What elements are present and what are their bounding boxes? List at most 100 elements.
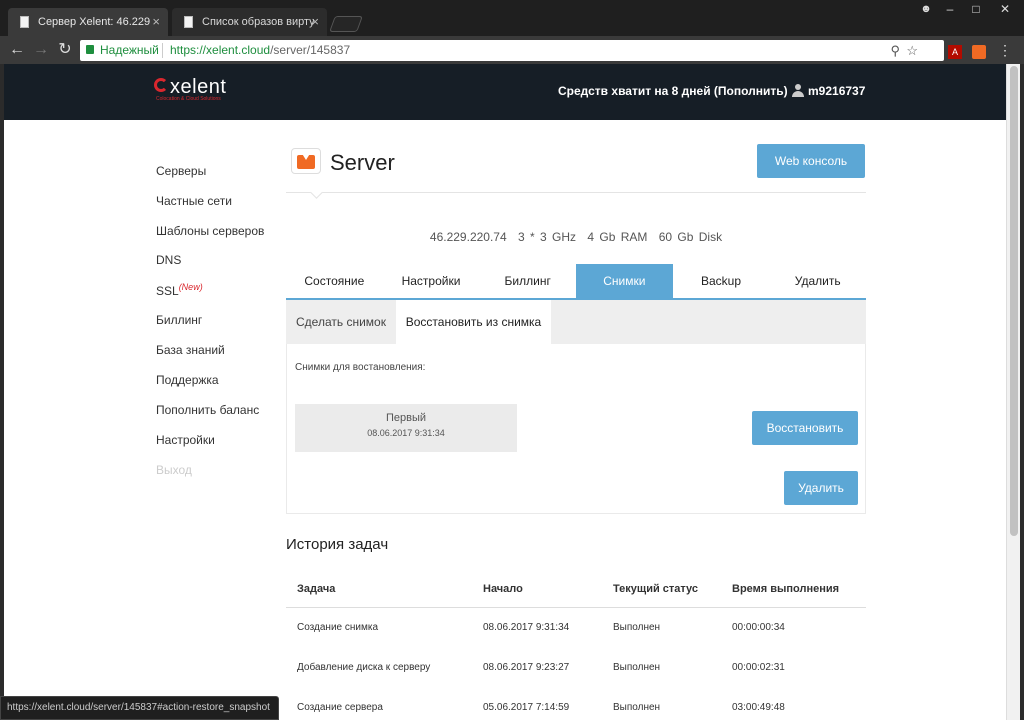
back-arrow-icon[interactable]: ← [6,39,28,61]
user-profile-icon[interactable]: ☻ [916,0,936,18]
close-tab-icon[interactable]: × [152,8,160,36]
task-status: Выполнен [613,662,661,673]
task-status: Выполнен [613,622,661,633]
restore-list-label: Снимки для востановления: [295,362,426,373]
delete-snapshot-button[interactable]: Удалить [784,471,858,505]
lock-icon [86,45,94,54]
snapshot-date: 08.06.2017 9:31:34 [367,428,445,438]
status-bar-url: https://xelent.cloud/server/145837#actio… [0,696,279,720]
sidebar-item-server-templates[interactable]: Шаблоны серверов [156,224,264,238]
sidebar-item-support[interactable]: Поддержка [156,373,219,387]
sidebar-item-label: SSL [156,284,179,298]
sidebar-item-private-networks[interactable]: Частные сети [156,194,232,208]
restore-button[interactable]: Восстановить [752,411,858,445]
browser-tab-active[interactable]: Сервер Xelent: 46.229.2 × [8,8,168,36]
task-history-table: Задача Начало Текущий статус Время выпол… [286,570,866,720]
table-row: Создание снимка 08.06.2017 9:31:34 Выпол… [286,608,866,648]
restore-panel: Снимки для востановления: Первый 08.06.2… [286,344,866,514]
url-path: /server/145837 [270,43,351,57]
tab-delete[interactable]: Удалить [769,264,866,298]
url-text: https://xelent.cloud/server/145837 [170,40,350,61]
task-name: Добавление диска к серверу [297,662,431,673]
snapshot-name: Первый [385,412,427,424]
server-specs: 46.229.220.74 3 * 3 GHz 4 Gb RAM 60 Gb D… [286,230,866,244]
maximize-icon[interactable]: □ [964,0,988,18]
sidebar-item-ssl[interactable]: SSL(New) [156,282,203,298]
page-icon [20,16,29,28]
server-ip: 46.229.220.74 [429,230,507,244]
menu-kebab-icon[interactable]: ⋮ [998,42,1012,58]
table-header: Задача Начало Текущий статус Время выпол… [286,570,866,608]
subtab-take-snapshot[interactable]: Сделать снимок [286,300,396,344]
task-duration: 03:00:49:48 [732,702,785,713]
tab-settings[interactable]: Настройки [383,264,480,298]
window-close-icon[interactable]: ✕ [990,0,1020,18]
browser-tab[interactable]: Список образов виртуа × [172,8,327,36]
server-tabs: Состояние Настройки Биллинг Снимки Backu… [286,264,866,300]
task-status: Выполнен [613,702,661,713]
logo-tagline: Colocation & Cloud Solutions [156,96,221,102]
sidebar-item-logout[interactable]: Выход [156,463,192,477]
username-link[interactable]: m9216737 [808,84,865,98]
forward-arrow-icon[interactable]: → [30,39,52,61]
logo-icon[interactable] [154,78,168,92]
task-start: 08.06.2017 9:31:34 [483,622,570,633]
sidebar-item-settings[interactable]: Настройки [156,433,215,447]
server-cpu: 3 * 3 GHz [518,230,577,244]
security-label: Надежный [100,43,159,57]
task-name: Создание сервера [297,702,383,713]
tab-snapshots[interactable]: Снимки [576,264,673,298]
minimize-icon[interactable]: – [938,0,962,18]
new-tab-button[interactable] [329,16,363,32]
extension-icon[interactable] [972,45,986,59]
reload-icon[interactable]: ↻ [54,39,76,61]
download-icon [291,148,321,174]
tab-billing[interactable]: Биллинг [479,264,576,298]
column-header: Время выполнения [732,583,840,595]
browser-toolbar: ← → ↻ Надежный https://xelent.cloud/serv… [0,36,1024,64]
task-name: Создание снимка [297,622,379,633]
sidebar-item-servers[interactable]: Серверы [156,164,206,178]
snapshot-item[interactable]: Первый 08.06.2017 9:31:34 [295,404,517,452]
close-tab-icon[interactable]: × [311,8,319,36]
page-viewport: xelent Colocation & Cloud Solutions Сред… [4,64,1006,720]
tab-title: Сервер Xelent: 46.229.2 [38,16,150,28]
divider-notch [310,186,323,199]
column-header: Начало [483,583,523,595]
sidebar-item-billing[interactable]: Биллинг [156,313,202,327]
bookmark-star-icon[interactable]: ☆ [906,40,918,61]
pdf-extension-icon[interactable]: A [948,45,962,59]
history-title: История задач [286,536,389,553]
task-duration: 00:00:00:34 [732,622,785,633]
scrollbar-thumb[interactable] [1010,66,1018,536]
table-row: Добавление диска к серверу 08.06.2017 9:… [286,648,866,688]
omnibox-separator [162,43,163,58]
task-start: 08.06.2017 9:23:27 [483,662,570,673]
sidebar-item-top-up-balance[interactable]: Пополнить баланс [156,403,259,417]
user-icon [792,84,804,97]
address-bar[interactable]: Надежный https://xelent.cloud/server/145… [80,40,944,61]
zoom-icon[interactable]: ⚲ [890,40,900,61]
server-disk: 60 Gb Disk [658,230,723,244]
tab-title: Список образов виртуа [202,16,314,28]
site-header: xelent Colocation & Cloud Solutions Сред… [4,64,1006,120]
server-ram: 4 Gb RAM [587,230,648,244]
tab-state[interactable]: Состояние [286,264,383,298]
divider [286,192,866,193]
page-icon [184,16,193,28]
web-console-button[interactable]: Web консоль [757,144,865,178]
url-host: https://xelent.cloud [170,43,271,57]
snapshot-subtabs: Сделать снимок Восстановить из снимка [286,300,866,344]
new-badge: (New) [178,282,203,292]
sidebar-item-dns[interactable]: DNS [156,253,181,267]
subtab-restore-snapshot[interactable]: Восстановить из снимка [396,300,551,344]
window-frame [1020,64,1024,720]
task-duration: 00:00:02:31 [732,662,785,673]
column-header: Текущий статус [613,583,699,595]
task-start: 05.06.2017 7:14:59 [483,702,570,713]
funds-status-link[interactable]: Средств хватит на 8 дней (Пополнить) [558,84,788,98]
sidebar-item-knowledge-base[interactable]: База знаний [156,343,225,357]
page-scrollbar[interactable] [1006,64,1020,720]
browser-titlebar: Сервер Xelent: 46.229.2 × Список образов… [0,0,1024,36]
tab-backup[interactable]: Backup [673,264,770,298]
